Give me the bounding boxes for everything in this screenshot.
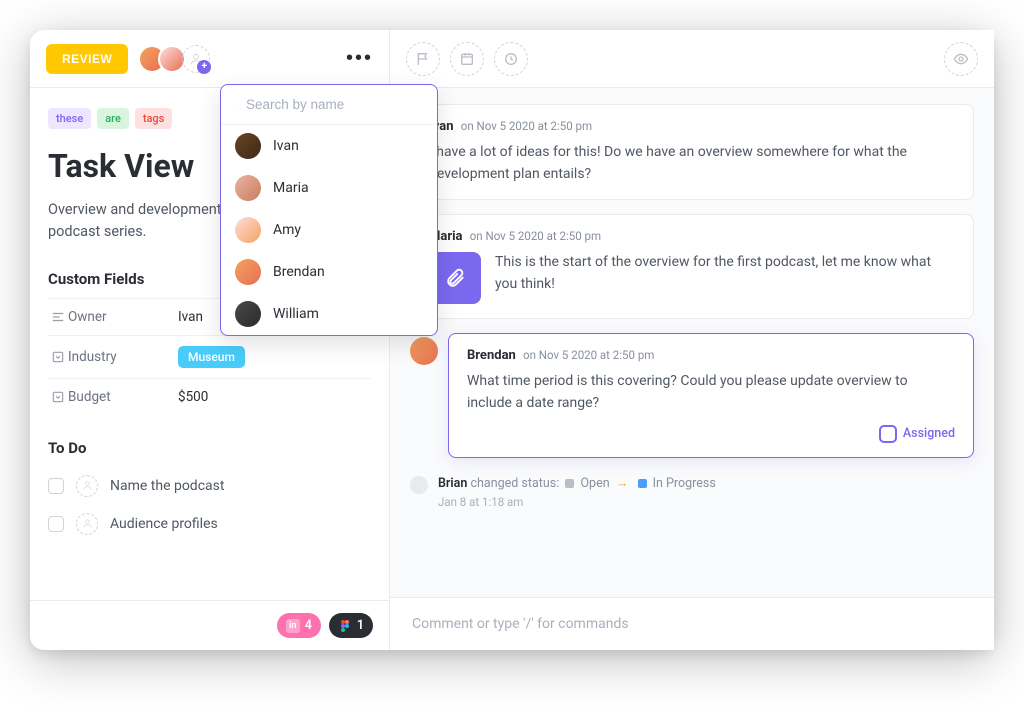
todo-text: Audience profiles bbox=[110, 516, 218, 532]
avatar bbox=[235, 301, 261, 327]
flag-icon bbox=[415, 51, 431, 67]
flag-button[interactable] bbox=[406, 42, 440, 76]
left-toolbar: REVIEW + ••• bbox=[30, 30, 389, 88]
comment-date: on Nov 5 2020 at 2:50 pm bbox=[470, 229, 601, 243]
assignees: + bbox=[138, 45, 210, 73]
comment[interactable]: Ivan on Nov 5 2020 at 2:50 pm I have a l… bbox=[410, 104, 974, 200]
avatar bbox=[235, 133, 261, 159]
date-button[interactable] bbox=[450, 42, 484, 76]
avatar bbox=[235, 217, 261, 243]
dropdown-option[interactable]: Ivan bbox=[221, 125, 437, 167]
app-icon: in bbox=[286, 619, 300, 633]
option-label: William bbox=[273, 306, 319, 322]
option-label: Ivan bbox=[273, 138, 299, 154]
comment-body: What time period is this covering? Could… bbox=[467, 371, 955, 414]
calendar-icon bbox=[459, 51, 475, 67]
todo-item[interactable]: Audience profiles bbox=[48, 505, 371, 543]
task-app: REVIEW + ••• these are tags Task View Ov… bbox=[30, 30, 994, 650]
todo-text: Name the podcast bbox=[110, 478, 224, 494]
option-label: Brendan bbox=[273, 264, 325, 280]
todo-heading: To Do bbox=[48, 439, 371, 457]
dropdown-icon bbox=[48, 390, 68, 404]
todo-item[interactable]: Name the podcast bbox=[48, 467, 371, 505]
custom-field-row: Industry Museum bbox=[48, 335, 371, 378]
arrow-icon: → bbox=[616, 476, 629, 491]
dropdown-option[interactable]: Maria bbox=[221, 167, 437, 209]
assigned-indicator[interactable]: Assigned bbox=[467, 425, 955, 443]
status-dot bbox=[565, 479, 574, 488]
field-value[interactable]: Ivan bbox=[178, 309, 203, 325]
avatar[interactable] bbox=[410, 337, 438, 365]
checkbox[interactable] bbox=[48, 516, 64, 532]
comment-author: Brendan bbox=[467, 348, 516, 363]
search-icon bbox=[235, 98, 236, 112]
field-value[interactable]: Museum bbox=[178, 346, 245, 368]
dropdown-search bbox=[221, 85, 437, 125]
field-label: Owner bbox=[68, 309, 178, 325]
checkbox[interactable] bbox=[48, 478, 64, 494]
status-from: Open bbox=[580, 476, 609, 491]
comment-body: I have a lot of ideas for this! Do we ha… bbox=[429, 142, 955, 185]
left-footer: in4 1 bbox=[30, 600, 389, 650]
todo-section: To Do Name the podcast Audience profiles bbox=[48, 439, 371, 543]
review-button[interactable]: REVIEW bbox=[46, 44, 128, 74]
time-button[interactable] bbox=[494, 42, 528, 76]
field-value[interactable]: $500 bbox=[178, 389, 208, 405]
activity-action: changed status: bbox=[471, 476, 560, 491]
field-label: Industry bbox=[68, 349, 178, 365]
option-label: Amy bbox=[273, 222, 301, 238]
activity-time: Jan 8 at 1:18 am bbox=[438, 495, 716, 509]
status-to: In Progress bbox=[653, 476, 716, 491]
add-assignee-button[interactable]: + bbox=[182, 45, 210, 73]
right-toolbar bbox=[390, 30, 994, 88]
watch-button[interactable] bbox=[944, 42, 978, 76]
tag[interactable]: are bbox=[97, 108, 129, 129]
option-label: Maria bbox=[273, 180, 309, 196]
field-label: Budget bbox=[68, 389, 178, 405]
status-dot bbox=[638, 479, 647, 488]
assign-icon[interactable] bbox=[76, 513, 98, 535]
search-input[interactable] bbox=[246, 97, 423, 112]
comment-row: Brendan on Nov 5 2020 at 2:50 pm What ti… bbox=[410, 333, 974, 457]
avatar bbox=[235, 259, 261, 285]
comments-list: Ivan on Nov 5 2020 at 2:50 pm I have a l… bbox=[390, 88, 994, 597]
eye-icon bbox=[953, 51, 969, 67]
plus-icon: + bbox=[197, 60, 211, 74]
custom-field-row: Budget $500 bbox=[48, 378, 371, 415]
dropdown-option[interactable]: Amy bbox=[221, 209, 437, 251]
tag[interactable]: tags bbox=[135, 108, 173, 129]
figma-icon bbox=[338, 619, 352, 633]
activity-user: Brian bbox=[438, 476, 467, 491]
dropdown-option[interactable]: William bbox=[221, 293, 437, 335]
tag[interactable]: these bbox=[48, 108, 91, 129]
assigned-label: Assigned bbox=[903, 426, 955, 441]
dropdown-option[interactable]: Brendan bbox=[221, 251, 437, 293]
assignee-dropdown[interactable]: Ivan Maria Amy Brendan William bbox=[220, 84, 438, 336]
assign-icon[interactable] bbox=[76, 475, 98, 497]
avatar bbox=[410, 476, 428, 494]
text-icon bbox=[48, 310, 68, 324]
clock-icon bbox=[503, 51, 519, 67]
integration-count-b[interactable]: 1 bbox=[329, 613, 373, 638]
comment[interactable]: Brendan on Nov 5 2020 at 2:50 pm What ti… bbox=[448, 333, 974, 457]
assigned-checkbox[interactable] bbox=[879, 425, 897, 443]
comment-body: This is the start of the overview for th… bbox=[495, 252, 955, 295]
right-panel: Ivan on Nov 5 2020 at 2:50 pm I have a l… bbox=[390, 30, 994, 650]
comment[interactable]: Maria on Nov 5 2020 at 2:50 pm This is t… bbox=[410, 214, 974, 319]
dropdown-icon bbox=[48, 350, 68, 364]
integration-count-a[interactable]: in4 bbox=[277, 613, 321, 638]
avatar bbox=[235, 175, 261, 201]
activity-item: Brian changed status: Open → In Progress… bbox=[410, 472, 974, 509]
comment-date: on Nov 5 2020 at 2:50 pm bbox=[461, 119, 592, 133]
paperclip-icon bbox=[444, 267, 466, 289]
comment-date: on Nov 5 2020 at 2:50 pm bbox=[523, 348, 654, 362]
more-button[interactable]: ••• bbox=[346, 47, 373, 70]
comment-composer[interactable]: Comment or type '/' for commands bbox=[390, 597, 994, 650]
